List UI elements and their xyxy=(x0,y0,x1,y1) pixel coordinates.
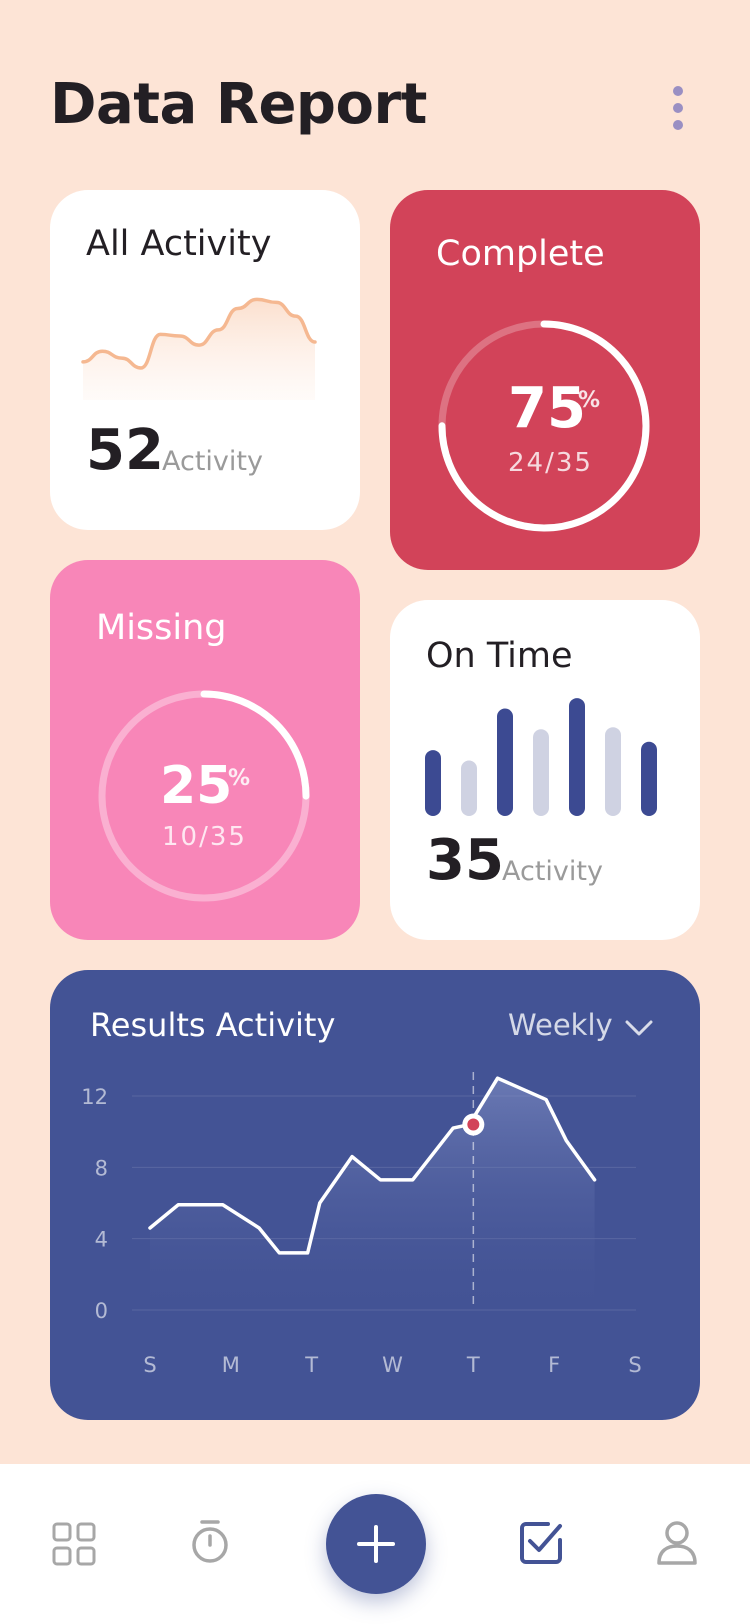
missing-card[interactable]: Missing 25 % 10/35 xyxy=(50,560,360,940)
x-tick-label: S xyxy=(143,1353,156,1377)
x-tick-label: F xyxy=(548,1353,560,1377)
x-tick-label: S xyxy=(628,1353,641,1377)
y-tick-label: 8 xyxy=(95,1156,108,1180)
on-time-unit: Activity xyxy=(502,856,603,887)
complete-percent: 75 xyxy=(508,376,586,441)
sparkline-area xyxy=(83,299,315,400)
complete-title: Complete xyxy=(436,234,605,274)
checkbox-icon[interactable] xyxy=(518,1520,564,1566)
all-activity-count: 52 xyxy=(86,418,164,483)
x-tick-label: T xyxy=(466,1353,480,1377)
missing-fraction: 10/35 xyxy=(162,822,247,852)
more-options-icon[interactable] xyxy=(672,86,684,130)
complete-fraction: 24/35 xyxy=(508,448,593,478)
results-area xyxy=(150,1078,595,1310)
x-tick-label: W xyxy=(382,1353,403,1377)
results-activity-chart: 0 4 8 12 S M T W T F S xyxy=(81,1072,642,1377)
x-tick-label: M xyxy=(222,1353,240,1377)
user-icon[interactable] xyxy=(656,1520,698,1566)
y-tick-label: 4 xyxy=(95,1228,108,1252)
complete-percent-sign: % xyxy=(578,388,601,413)
results-activity-card: Results Activity Weekly 0 4 8 12 S M T W T F S xyxy=(50,970,700,1420)
y-tick-label: 12 xyxy=(81,1085,108,1109)
y-tick-label: 0 xyxy=(95,1299,108,1323)
add-button[interactable] xyxy=(326,1494,426,1594)
on-time-count: 35 xyxy=(426,828,504,893)
on-time-card[interactable]: On Time 35 Activity xyxy=(390,600,700,940)
missing-percent: 25 xyxy=(160,756,233,816)
all-activity-card[interactable]: All Activity 52 Activity xyxy=(50,190,360,530)
all-activity-unit: Activity xyxy=(162,446,263,477)
highlight-point-core xyxy=(467,1118,480,1131)
dashboard-grid-icon[interactable] xyxy=(52,1522,96,1566)
x-tick-label: T xyxy=(304,1353,318,1377)
complete-card[interactable]: Complete 75 % 24/35 xyxy=(390,190,700,570)
page-title: Data Report xyxy=(50,72,427,137)
missing-title: Missing xyxy=(96,608,227,648)
missing-percent-sign: % xyxy=(228,766,251,791)
stopwatch-icon[interactable] xyxy=(188,1518,232,1566)
plus-icon xyxy=(357,1525,395,1563)
